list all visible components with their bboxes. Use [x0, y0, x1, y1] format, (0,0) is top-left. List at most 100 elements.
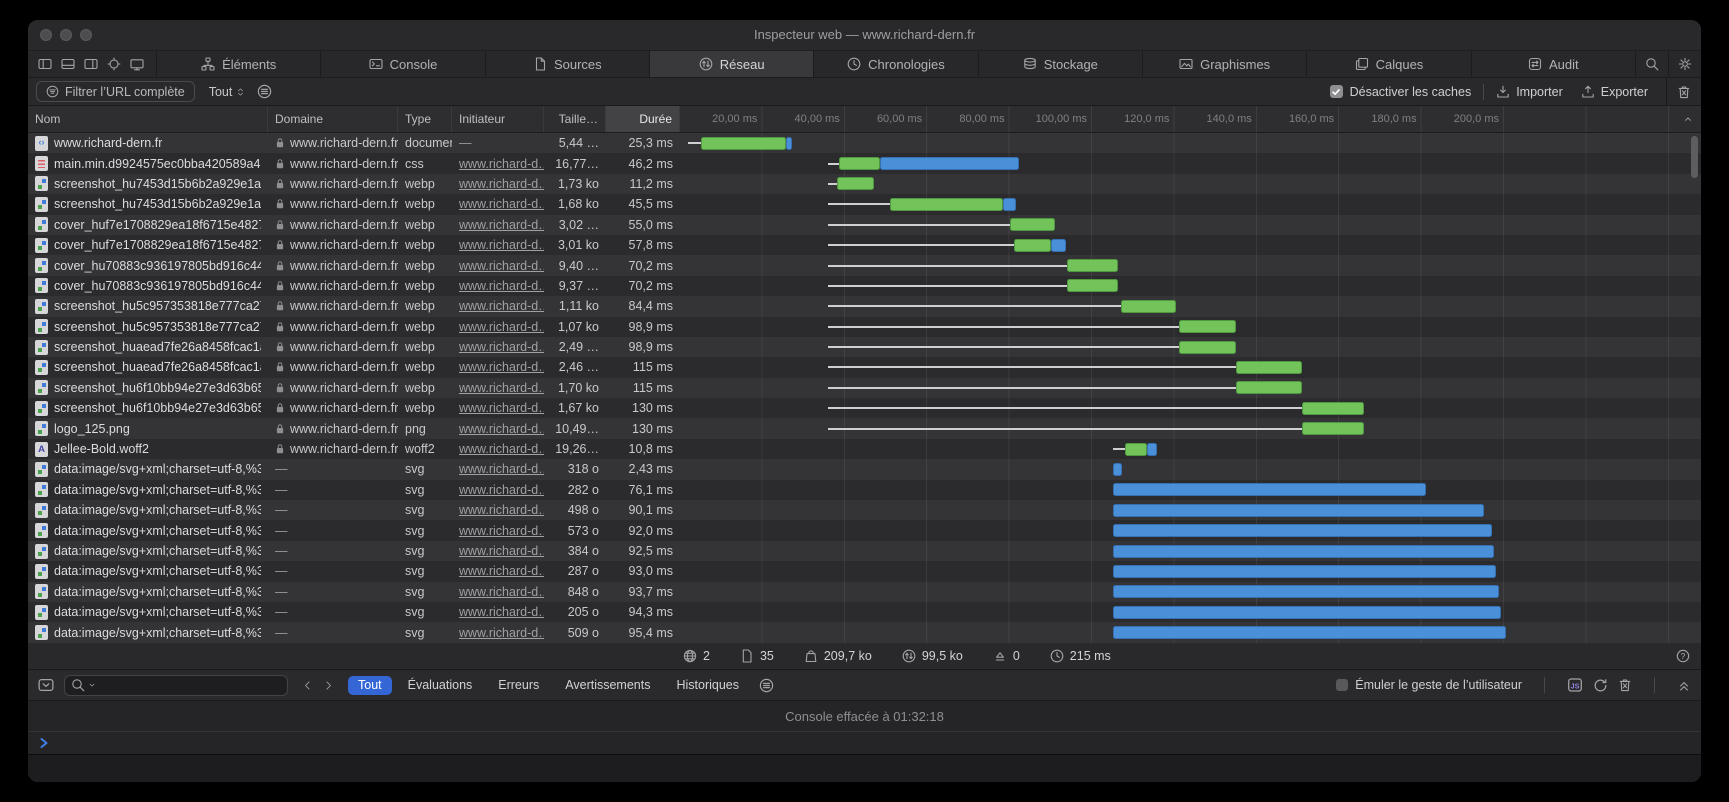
initiator-link[interactable]: www.richard-d… [459, 483, 544, 497]
tab-chronologies[interactable]: Chronologies [813, 51, 977, 77]
table-row[interactable]: cover_huf7e1708829ea18f6715e48271400e87a… [28, 215, 1701, 235]
table-row[interactable]: cover_hu70883c936197805bd916c4488876d0b0… [28, 276, 1701, 296]
tab-stockage[interactable]: Stockage [978, 51, 1142, 77]
waterfall-bar-blue[interactable] [1113, 606, 1502, 619]
waterfall-bar-green[interactable] [1125, 443, 1147, 456]
initiator-link[interactable]: www.richard-d… [459, 259, 544, 273]
waterfall-bar-green[interactable] [1067, 279, 1117, 292]
waterfall-bar-green[interactable] [1302, 422, 1364, 435]
table-row[interactable]: screenshot_hu7453d15b6b2a929e1adaa8e7a06… [28, 174, 1701, 194]
reload-icon[interactable] [1593, 678, 1608, 693]
table-row[interactable]: data:image/svg+xml;charset=utf-8,%3C…%3E… [28, 582, 1701, 602]
emulate-user-gesture-checkbox[interactable]: Émuler le geste de l’utilisateur [1336, 678, 1522, 692]
table-row[interactable]: screenshot_huaead7fe26a8458fcac1a46b824a… [28, 337, 1701, 357]
initiator-link[interactable]: www.richard-d… [459, 320, 544, 334]
column-header-domaine[interactable]: Domaine [268, 106, 398, 132]
javascript-context-icon[interactable]: JS [1567, 677, 1583, 693]
zoom-button[interactable] [80, 29, 92, 41]
url-filter-field[interactable]: Filtrer l’URL complète [36, 81, 195, 102]
waterfall-bar-green[interactable] [1302, 402, 1364, 415]
vertical-scrollbar-thumb[interactable] [1691, 136, 1698, 178]
initiator-link[interactable]: www.richard-d… [459, 381, 544, 395]
table-row[interactable]: data:image/svg+xml;charset=utf-8,%3C…%3E… [28, 602, 1701, 622]
search-button[interactable] [1635, 51, 1668, 77]
initiator-link[interactable]: www.richard-d… [459, 177, 544, 191]
console-filter-evaluations[interactable]: Évaluations [398, 676, 483, 695]
dock-left-icon[interactable] [38, 57, 52, 71]
clear-console-icon[interactable] [1618, 678, 1632, 692]
dock-bottom-icon[interactable] [61, 57, 75, 71]
initiator-link[interactable]: www.richard-d… [459, 462, 544, 476]
scroll-top-chevron-icon[interactable] [1683, 114, 1693, 124]
waterfall-bar-green[interactable] [701, 137, 787, 150]
waterfall-bar-green[interactable] [1179, 341, 1236, 354]
initiator-link[interactable]: www.richard-d… [459, 360, 544, 374]
console-search-field[interactable] [64, 675, 288, 696]
export-button[interactable]: Exporter [1581, 85, 1648, 99]
previous-result-button[interactable] [302, 680, 313, 691]
waterfall-bar-blue[interactable] [1051, 239, 1067, 252]
initiator-link[interactable]: www.richard-d… [459, 340, 544, 354]
waterfall-bar-green[interactable] [1121, 300, 1176, 313]
waterfall-bar-blue[interactable] [1113, 545, 1494, 558]
column-header-initiateur[interactable]: Initiateur [452, 106, 544, 132]
titlebar[interactable]: Inspecteur web — www.richard-dern.fr [28, 20, 1701, 51]
waterfall-bar-blue[interactable] [1113, 626, 1506, 639]
waterfall-bar-blue[interactable] [1113, 524, 1492, 537]
initiator-link[interactable]: www.richard-d… [459, 401, 544, 415]
initiator-link[interactable]: www.richard-d… [459, 299, 544, 313]
waterfall-bar-blue[interactable] [1113, 504, 1484, 517]
table-row[interactable]: data:image/svg+xml;charset=utf-8,%3C…%3E… [28, 500, 1701, 520]
initiator-link[interactable]: www.richard-d… [459, 544, 544, 558]
next-result-button[interactable] [323, 680, 334, 691]
initiator-link[interactable]: www.richard-d… [459, 524, 544, 538]
waterfall-bar-green[interactable] [1067, 259, 1117, 272]
tab-reseau[interactable]: Réseau [649, 51, 813, 77]
waterfall-bar-green[interactable] [1179, 320, 1236, 333]
column-header-duree[interactable]: Durée [606, 106, 680, 132]
table-row[interactable]: screenshot_hu6f10bb94e27e3d63b651409cb07… [28, 378, 1701, 398]
tab-audit[interactable]: Audit [1471, 51, 1635, 77]
console-filter-avertissements[interactable]: Avertissements [555, 676, 660, 695]
table-row[interactable]: data:image/svg+xml;charset=utf-8,%3C…%3E… [28, 520, 1701, 540]
table-row[interactable]: cover_hu70883c936197805bd916c4488876d0b0… [28, 255, 1701, 275]
tab-console[interactable]: Console [320, 51, 484, 77]
waterfall-bar-blue[interactable] [1003, 198, 1015, 211]
initiator-link[interactable]: www.richard-d… [459, 157, 544, 171]
console-filter-historiques[interactable]: Historiques [666, 676, 749, 695]
initiator-link[interactable]: www.richard-d… [459, 564, 544, 578]
close-button[interactable] [40, 29, 52, 41]
initiator-link[interactable]: www.richard-d… [459, 279, 544, 293]
waterfall-bar-blue[interactable] [880, 157, 1019, 170]
tab-calques[interactable]: Calques [1306, 51, 1470, 77]
waterfall-bar-blue[interactable] [1113, 565, 1496, 578]
minimize-button[interactable] [60, 29, 72, 41]
table-row[interactable]: screenshot_huaead7fe26a8458fcac1a46b824a… [28, 357, 1701, 377]
waterfall-bar-blue[interactable] [1113, 585, 1499, 598]
console-filter-tout[interactable]: Tout [348, 676, 392, 695]
table-row[interactable]: screenshot_hu5c957353818e777ca27d3c3cba0… [28, 317, 1701, 337]
waterfall-bar-green[interactable] [890, 198, 1003, 211]
column-header-taille[interactable]: Taille… [544, 106, 606, 132]
table-row[interactable]: screenshot_hu7453d15b6b2a929e1adaa8e7a06… [28, 194, 1701, 214]
table-row[interactable]: screenshot_hu6f10bb94e27e3d63b651409cb07… [28, 398, 1701, 418]
table-row[interactable]: main.min.d9924575ec0bba420589a48d5190fbc… [28, 153, 1701, 173]
tab-elements[interactable]: Éléments [156, 51, 320, 77]
table-row[interactable]: data:image/svg+xml;charset=utf-8,%3C…%3E… [28, 459, 1701, 479]
settings-button[interactable] [1668, 51, 1701, 77]
waterfall-bar-green[interactable] [1236, 361, 1302, 374]
table-row[interactable]: data:image/svg+xml;charset=utf-8,%3C…%3E… [28, 622, 1701, 642]
help-button[interactable]: ? [1676, 649, 1690, 663]
initiator-link[interactable]: www.richard-d… [459, 442, 544, 456]
waterfall-bar-blue[interactable] [1113, 483, 1427, 496]
console-sidebar-toggle[interactable] [38, 677, 54, 693]
waterfall-bar-green[interactable] [1236, 381, 1302, 394]
waterfall-bar-blue[interactable] [1113, 463, 1123, 476]
table-row[interactable]: www.richard-dern.frwww.richard-dern.frdo… [28, 133, 1701, 153]
tab-graphismes[interactable]: Graphismes [1142, 51, 1306, 77]
table-row[interactable]: data:image/svg+xml;charset=utf-8,%3C…%3E… [28, 541, 1701, 561]
inspect-target-icon[interactable] [107, 57, 121, 71]
table-row[interactable]: data:image/svg+xml;charset=utf-8,%3C…%3E… [28, 561, 1701, 581]
column-header-type[interactable]: Type [398, 106, 452, 132]
initiator-link[interactable]: www.richard-d… [459, 197, 544, 211]
